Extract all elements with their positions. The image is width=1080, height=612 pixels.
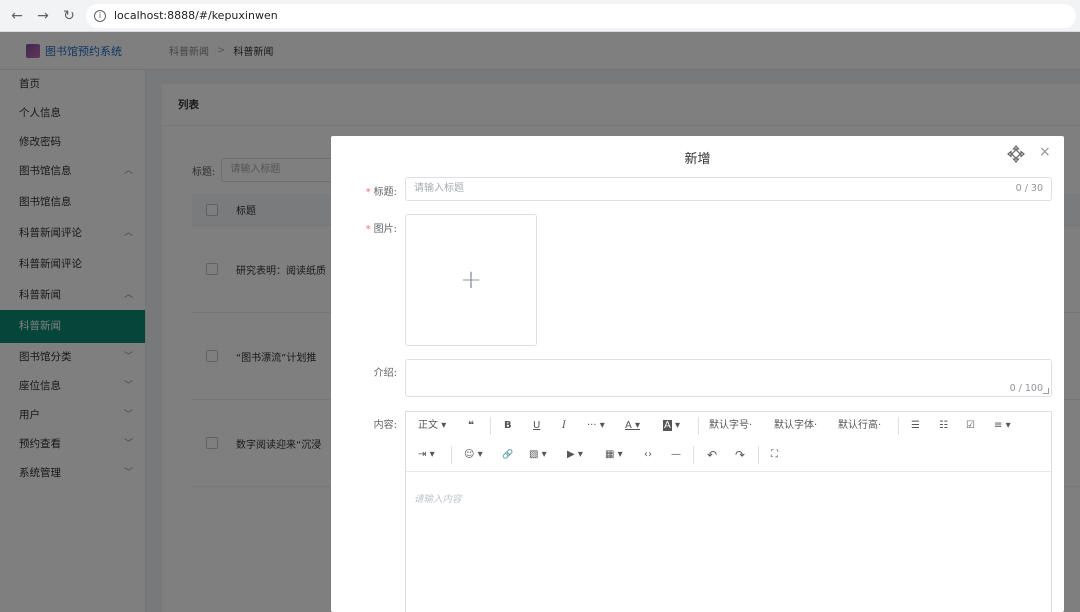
- image-field-label: * 图片:: [365, 224, 397, 235]
- title-char-count: 0 / 30: [1015, 183, 1043, 194]
- fullscreen-icon[interactable]: ⛶: [771, 447, 778, 463]
- toolbar-divider: [451, 446, 452, 464]
- title-input[interactable]: 请输入标题 0 / 30: [405, 177, 1052, 201]
- font-family-select[interactable]: 默认字体·: [774, 418, 817, 434]
- redo-icon[interactable]: ↷: [735, 447, 745, 463]
- browser-toolbar: ← → ↻ i localhost:8888/#/kepuxinwen: [0, 0, 1080, 32]
- font-size-select[interactable]: 默认字号·: [709, 418, 752, 434]
- resize-handle-icon[interactable]: [1043, 388, 1049, 394]
- editor-placeholder[interactable]: 请输入内容: [414, 491, 462, 505]
- url-text: localhost:8888/#/kepuxinwen: [114, 9, 278, 22]
- forward-arrow-icon[interactable]: →: [32, 5, 54, 27]
- image-upload-button[interactable]: +: [405, 214, 537, 346]
- drag-move-icon[interactable]: [1007, 145, 1025, 163]
- table-icon[interactable]: ▦ ▾: [605, 447, 623, 463]
- code-icon[interactable]: ‹›: [644, 447, 652, 463]
- bold-icon[interactable]: B: [504, 418, 512, 434]
- dialog-title: 新增: [684, 152, 711, 167]
- paragraph-format-button[interactable]: 正文 ▾: [418, 418, 446, 434]
- intro-field-label: 介绍:: [373, 368, 397, 379]
- toolbar-divider: [758, 446, 759, 464]
- line-height-select[interactable]: 默认行高·: [838, 418, 881, 434]
- link-icon[interactable]: 🔗: [502, 447, 513, 463]
- address-bar[interactable]: i localhost:8888/#/kepuxinwen: [86, 3, 1076, 28]
- site-info-icon[interactable]: i: [94, 9, 106, 22]
- intro-textarea[interactable]: 0 / 100: [405, 359, 1052, 397]
- reload-icon[interactable]: ↻: [58, 5, 80, 27]
- background-color-icon[interactable]: A ▾: [663, 418, 680, 434]
- toolbar-divider: [898, 417, 899, 435]
- numbered-list-icon[interactable]: ☷: [939, 418, 948, 434]
- back-arrow-icon[interactable]: ←: [6, 5, 28, 27]
- video-icon[interactable]: ▶ ▾: [567, 447, 583, 463]
- more-styles-button[interactable]: ··· ▾: [587, 418, 605, 434]
- editor-toolbar: 正文 ▾ ❝ B U I ··· ▾ A ▾ A ▾ 默认字号· 默认字体· 默…: [406, 412, 1051, 472]
- plus-icon: +: [460, 265, 482, 295]
- content-field-label: 内容:: [373, 420, 397, 431]
- toolbar-divider: [698, 417, 699, 435]
- font-color-icon[interactable]: A ▾: [625, 418, 640, 434]
- align-icon[interactable]: ≡ ▾: [994, 418, 1011, 434]
- add-news-dialog: 新增 × * 标题: 请输入标题 0 / 30 * 图片: + 介绍: 0 / 10…: [331, 136, 1064, 612]
- intro-char-count: 0 / 100: [1009, 383, 1043, 394]
- toolbar-divider: [693, 446, 694, 464]
- title-input-placeholder: 请输入标题: [414, 183, 464, 194]
- image-icon[interactable]: ▧ ▾: [529, 447, 547, 463]
- quote-icon[interactable]: ❝: [468, 418, 474, 434]
- emoji-icon[interactable]: ☺ ▾: [464, 447, 483, 463]
- title-field-label: * 标题:: [365, 187, 397, 198]
- underline-icon[interactable]: U: [533, 418, 540, 434]
- close-icon[interactable]: ×: [1039, 144, 1051, 160]
- italic-icon[interactable]: I: [562, 418, 566, 434]
- toolbar-divider: [490, 417, 491, 435]
- undo-icon[interactable]: ↶: [707, 447, 717, 463]
- rich-text-editor: 正文 ▾ ❝ B U I ··· ▾ A ▾ A ▾ 默认字号· 默认字体· 默…: [405, 411, 1052, 612]
- todo-checkbox-icon[interactable]: ☑: [966, 418, 975, 434]
- indent-icon[interactable]: ⇥ ▾: [418, 447, 435, 463]
- bulleted-list-icon[interactable]: ☰: [911, 418, 920, 434]
- divider-line-icon[interactable]: —: [671, 447, 681, 463]
